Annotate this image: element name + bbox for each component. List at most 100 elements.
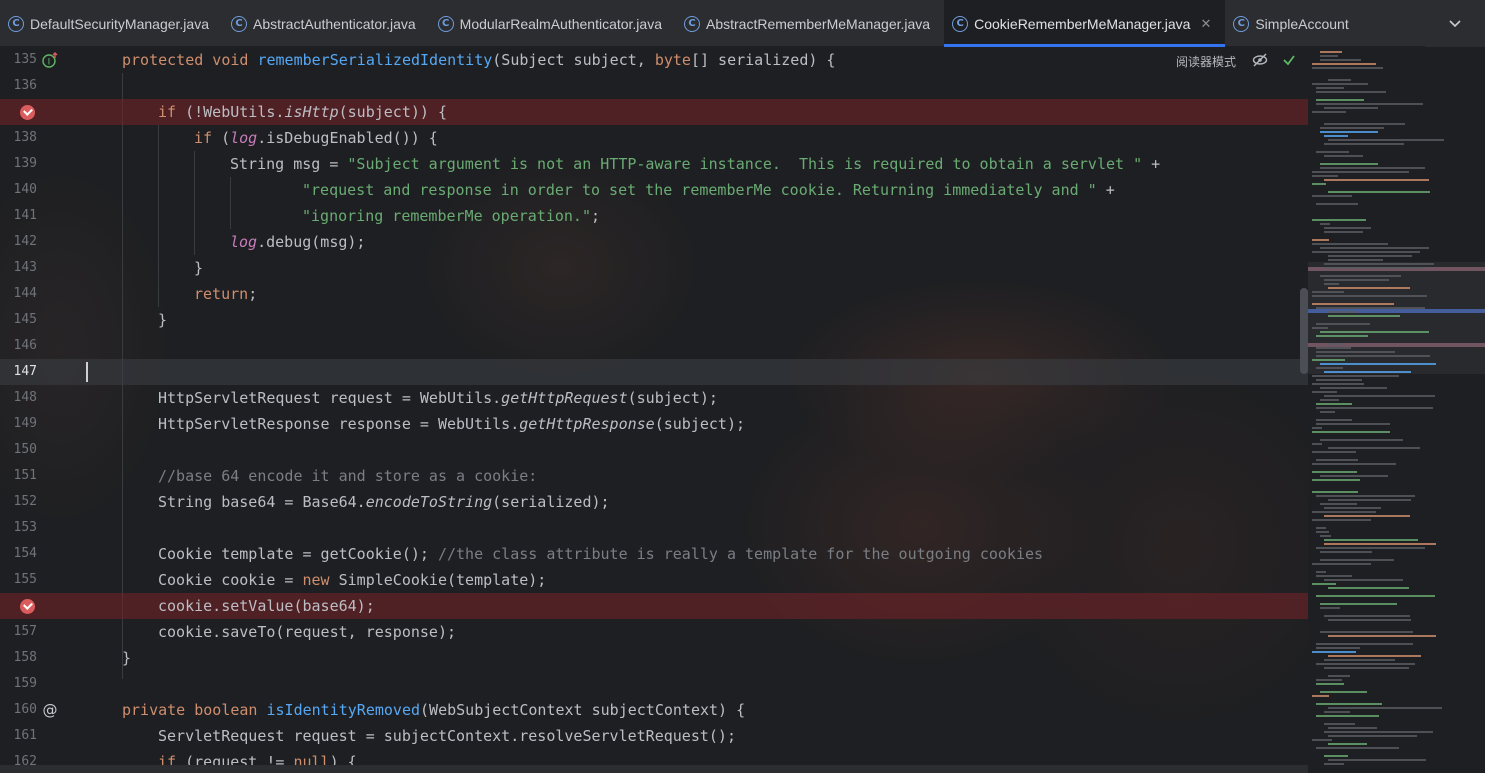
tab-simple-account[interactable]: C SimpleAccount — [1225, 0, 1362, 47]
line-number: 140 — [13, 182, 37, 197]
minimap-code-line — [1312, 391, 1337, 393]
minimap-code-line — [1312, 491, 1358, 493]
minimap-code-line — [1316, 647, 1360, 649]
minimap-code-line — [1316, 307, 1425, 309]
line-number: 150 — [13, 442, 37, 457]
tab-cookie-remember-me-manager[interactable]: C CookieRememberMeManager.java ✕ — [944, 0, 1226, 47]
minimap-code-line — [1320, 387, 1387, 389]
code-token: (serialized); — [492, 493, 610, 511]
java-class-icon: C — [8, 15, 24, 32]
minimap-code-line — [1312, 83, 1368, 85]
tab-modular-realm-authenticator[interactable]: C ModularRealmAuthenticator.java — [430, 0, 676, 47]
code-token: ; — [590, 207, 601, 225]
minimap-code-line — [1324, 579, 1403, 581]
minimap-code-line — [1316, 459, 1358, 461]
horizontal-scrollbar[interactable] — [0, 765, 1308, 773]
minimap-code-line — [1316, 347, 1351, 349]
minimap-code-line — [1320, 439, 1403, 441]
minimap-code-line — [1316, 407, 1433, 409]
tab-default-security-manager[interactable]: C DefaultSecurityManager.java — [0, 0, 223, 47]
minimap-code-line — [1316, 547, 1425, 549]
minimap-code-line — [1320, 607, 1340, 609]
minimap-code-line — [1320, 503, 1357, 505]
minimap-code-line — [1324, 507, 1381, 509]
minimap-code-line — [1312, 563, 1371, 565]
code-line-145: 145 } — [0, 307, 1308, 333]
java-class-icon: C — [437, 15, 454, 32]
minimap-code-line — [1328, 675, 1350, 677]
tab-label: SimpleAccount — [1255, 15, 1349, 32]
vertical-scrollbar-thumb[interactable] — [1300, 288, 1308, 374]
implements-method-icon[interactable]: I — [41, 51, 59, 69]
code-token: + — [1142, 155, 1161, 173]
minimap-code-line — [1316, 595, 1435, 597]
code-line-161: 161 ServletRequest request = subjectCont… — [0, 723, 1308, 749]
line-number: 151 — [13, 468, 37, 483]
code-token: [] serialized) { — [690, 51, 836, 69]
minimap-code-line — [1312, 171, 1409, 173]
code-token: (subject); — [627, 389, 718, 407]
minimap-code-line — [1324, 395, 1435, 397]
line-number: 141 — [13, 208, 37, 223]
minimap-code-line — [1324, 763, 1344, 765]
breakpoint-icon[interactable] — [20, 105, 35, 120]
code-token: ( — [221, 129, 231, 147]
code-line-150: 150 — [0, 437, 1308, 463]
minimap-code-line — [1316, 323, 1370, 325]
tab-label: DefaultSecurityManager.java — [30, 15, 209, 32]
minimap-code-line — [1328, 255, 1412, 257]
minimap-code-line — [1324, 143, 1404, 145]
minimap-code-line — [1324, 543, 1436, 545]
code-line-142: 142 log.debug(msg); — [0, 229, 1308, 255]
minimap-code-line — [1328, 447, 1420, 449]
minimap-code-line — [1316, 715, 1379, 717]
minimap-code-line — [1324, 123, 1405, 125]
code-editor[interactable]: 阅读器模式 135 I protected void rememberSeria… — [0, 47, 1308, 773]
minimap-code-line — [1324, 155, 1363, 157]
minimap-code-line — [1328, 311, 1357, 313]
close-icon[interactable]: ✕ — [1200, 16, 1211, 32]
minimap-code-line — [1324, 227, 1371, 229]
override-annotation-icon[interactable]: @ — [41, 701, 59, 719]
minimap-code-line — [1316, 495, 1415, 497]
minimap-code-line — [1316, 151, 1349, 153]
line-number: 147 — [13, 364, 37, 379]
line-number: 152 — [13, 494, 37, 509]
minimap-code-line — [1312, 63, 1376, 65]
tab-abstract-authenticator[interactable]: C AbstractAuthenticator.java — [223, 0, 430, 47]
code-token: cookie.saveTo(request, response); — [158, 623, 457, 641]
minimap-code-line — [1324, 659, 1395, 661]
code-token: log — [230, 129, 258, 147]
java-class-icon: C — [952, 15, 969, 32]
minimap-code-line — [1316, 403, 1352, 405]
code-token: protected void — [122, 51, 258, 69]
minimap-code-line — [1316, 703, 1382, 705]
minimap-code-line — [1312, 327, 1328, 329]
minimap-code-line — [1328, 727, 1377, 729]
code-line-151: 151 //base 64 encode it and store as a c… — [0, 463, 1308, 489]
minimap-code-line — [1312, 519, 1371, 521]
minimap-code-line — [1320, 59, 1361, 61]
line-number: 143 — [13, 260, 37, 275]
code-line-154: 154 Cookie template = getCookie(); //the… — [0, 541, 1308, 567]
code-line-146: 146 — [0, 333, 1308, 359]
code-token: "ignoring rememberMe operation." — [302, 207, 591, 225]
minimap-code-line — [1328, 619, 1411, 621]
code-minimap[interactable] — [1308, 47, 1485, 773]
code-line-139: 139 String msg = "Subject argument is no… — [0, 151, 1308, 177]
minimap-code-line — [1328, 499, 1411, 501]
code-token: ; — [248, 285, 258, 303]
minimap-code-line — [1316, 747, 1399, 749]
code-token: private boolean — [122, 701, 267, 719]
minimap-code-line — [1312, 511, 1376, 513]
minimap-code-line — [1312, 303, 1394, 305]
tab-abstract-remember-me-manager[interactable]: C AbstractRememberMeManager.java — [676, 0, 944, 47]
chevron-down-icon[interactable] — [1425, 0, 1485, 47]
editor-tab-bar: C DefaultSecurityManager.java C Abstract… — [0, 0, 1485, 47]
minimap-code-line — [1312, 295, 1427, 297]
code-token: } — [158, 311, 168, 329]
code-line-153: 153 — [0, 515, 1308, 541]
minimap-code-line — [1316, 99, 1364, 101]
breakpoint-icon[interactable] — [20, 599, 35, 614]
minimap-code-line — [1324, 371, 1411, 373]
